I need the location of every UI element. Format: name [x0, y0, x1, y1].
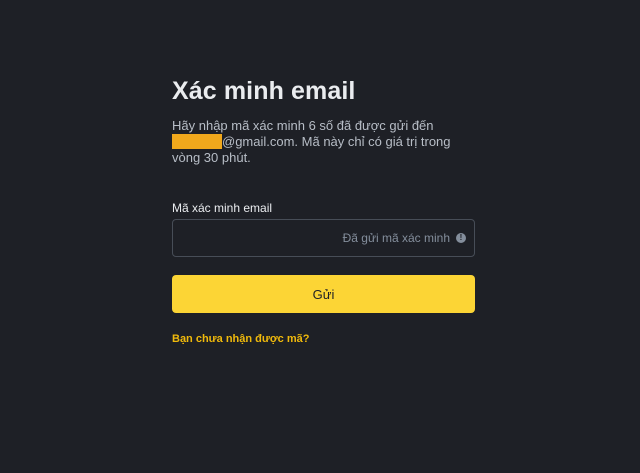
description-line: Hãy nhập mã xác minh 6 số đã được gửi đế… [172, 118, 434, 133]
verification-code-field[interactable]: Đã gửi mã xác minh ! [172, 219, 475, 258]
redacted-email-local-part [172, 134, 222, 149]
submit-button[interactable]: Gửi [172, 275, 475, 313]
resend-code-link[interactable]: Bạn chưa nhận được mã? [172, 333, 309, 345]
verification-code-input[interactable] [183, 220, 347, 258]
email-verification-panel: Xác minh email Hãy nhập mã xác minh 6 số… [172, 76, 475, 345]
code-sent-status: Đã gửi mã xác minh ! [343, 220, 466, 256]
code-sent-text: Đã gửi mã xác minh [342, 231, 450, 245]
info-circle-icon[interactable]: ! [456, 233, 466, 243]
verification-code-label: Mã xác minh email [172, 201, 273, 215]
verification-description: Hãy nhập mã xác minh 6 số đã được gửi đế… [172, 118, 475, 166]
page-title: Xác minh email [172, 77, 356, 105]
